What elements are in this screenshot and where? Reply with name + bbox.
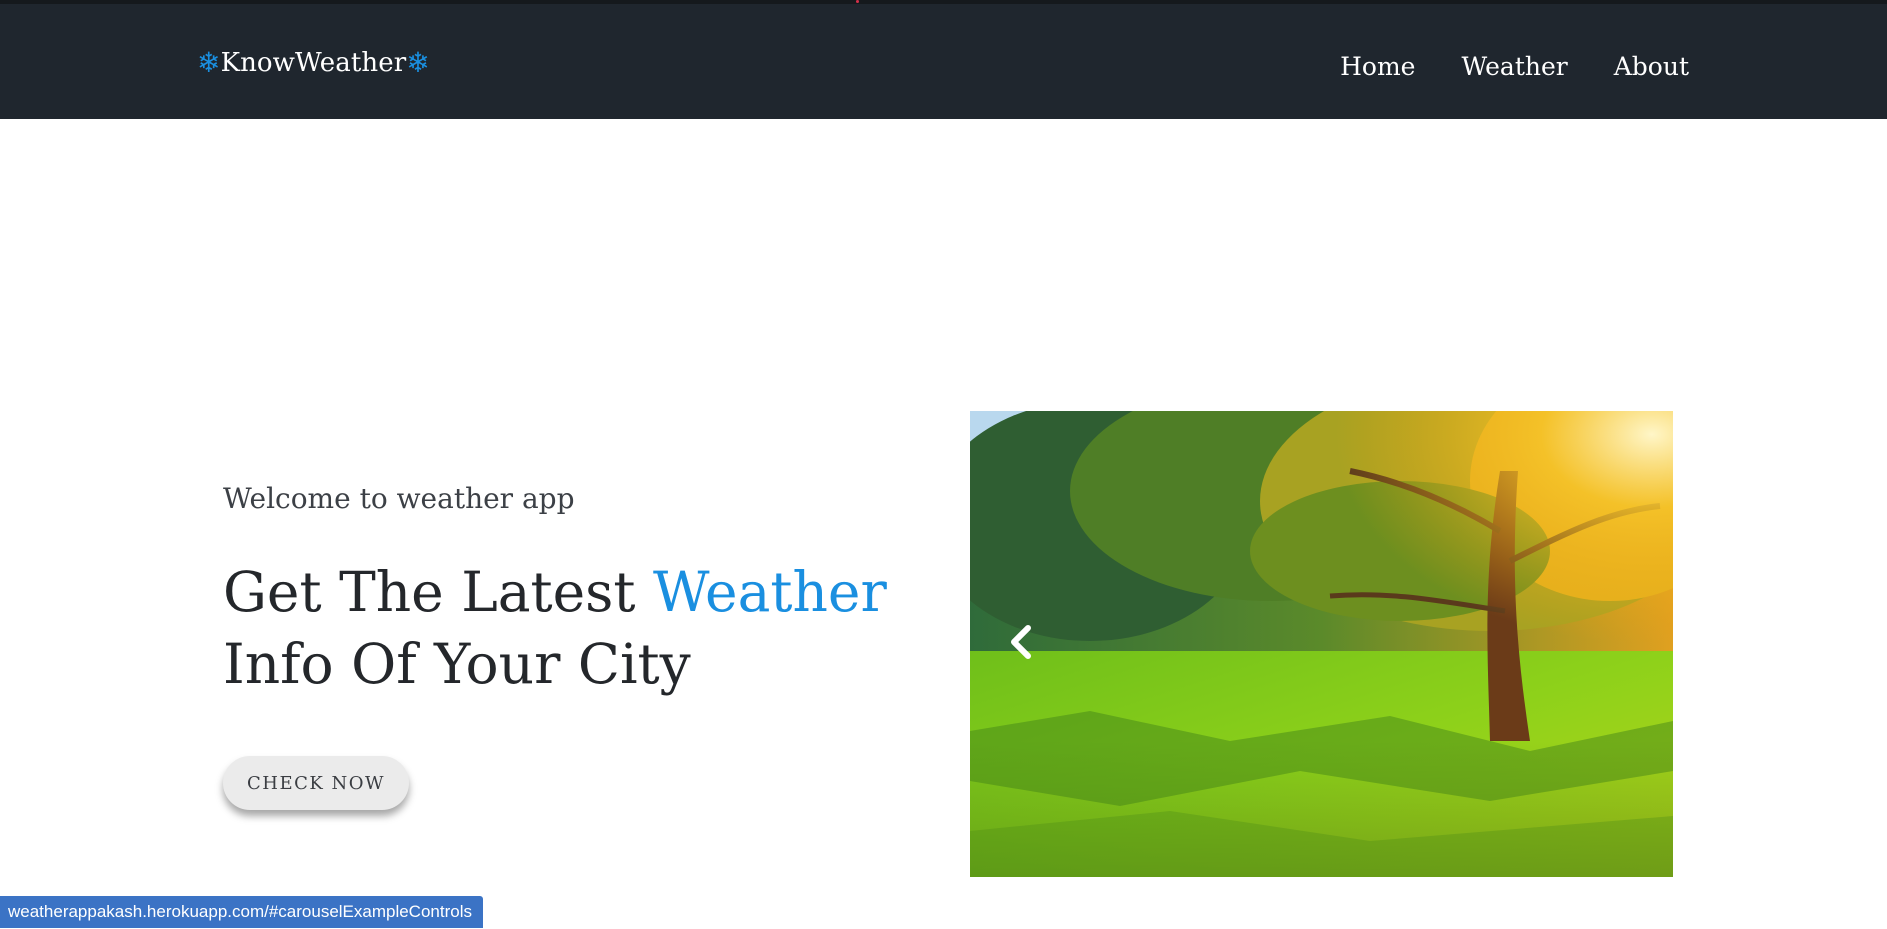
snowflake-icon: ❄ (197, 46, 221, 79)
nav-links: Home Weather About (1340, 52, 1689, 81)
hero-title-part2: Info Of Your City (223, 632, 691, 696)
brand-name: KnowWeather (220, 48, 407, 78)
carousel-prev-button[interactable] (970, 411, 1070, 877)
carousel-image (970, 411, 1673, 877)
hero-title-accent: Weather (652, 560, 887, 624)
chevron-left-icon (1011, 625, 1031, 659)
check-now-button[interactable]: CHECK NOW (223, 756, 409, 810)
brand-logo[interactable]: ❄ KnowWeather ❄ (197, 48, 430, 78)
status-bar-url: weatherappakash.herokuapp.com/#carouselE… (0, 896, 483, 928)
nav-link-about[interactable]: About (1614, 52, 1689, 81)
hero-title: Get The Latest Weather Info Of Your City (223, 556, 887, 700)
hero-subtitle: Welcome to weather app (223, 482, 575, 515)
carousel (970, 411, 1673, 877)
tab-indicator-dot (856, 0, 859, 3)
hero-title-part1: Get The Latest (223, 560, 653, 624)
snowflake-icon: ❄ (406, 46, 430, 79)
navbar: ❄ KnowWeather ❄ Home Weather About (0, 4, 1887, 119)
nav-link-home[interactable]: Home (1340, 52, 1415, 81)
nav-link-weather[interactable]: Weather (1461, 52, 1567, 81)
